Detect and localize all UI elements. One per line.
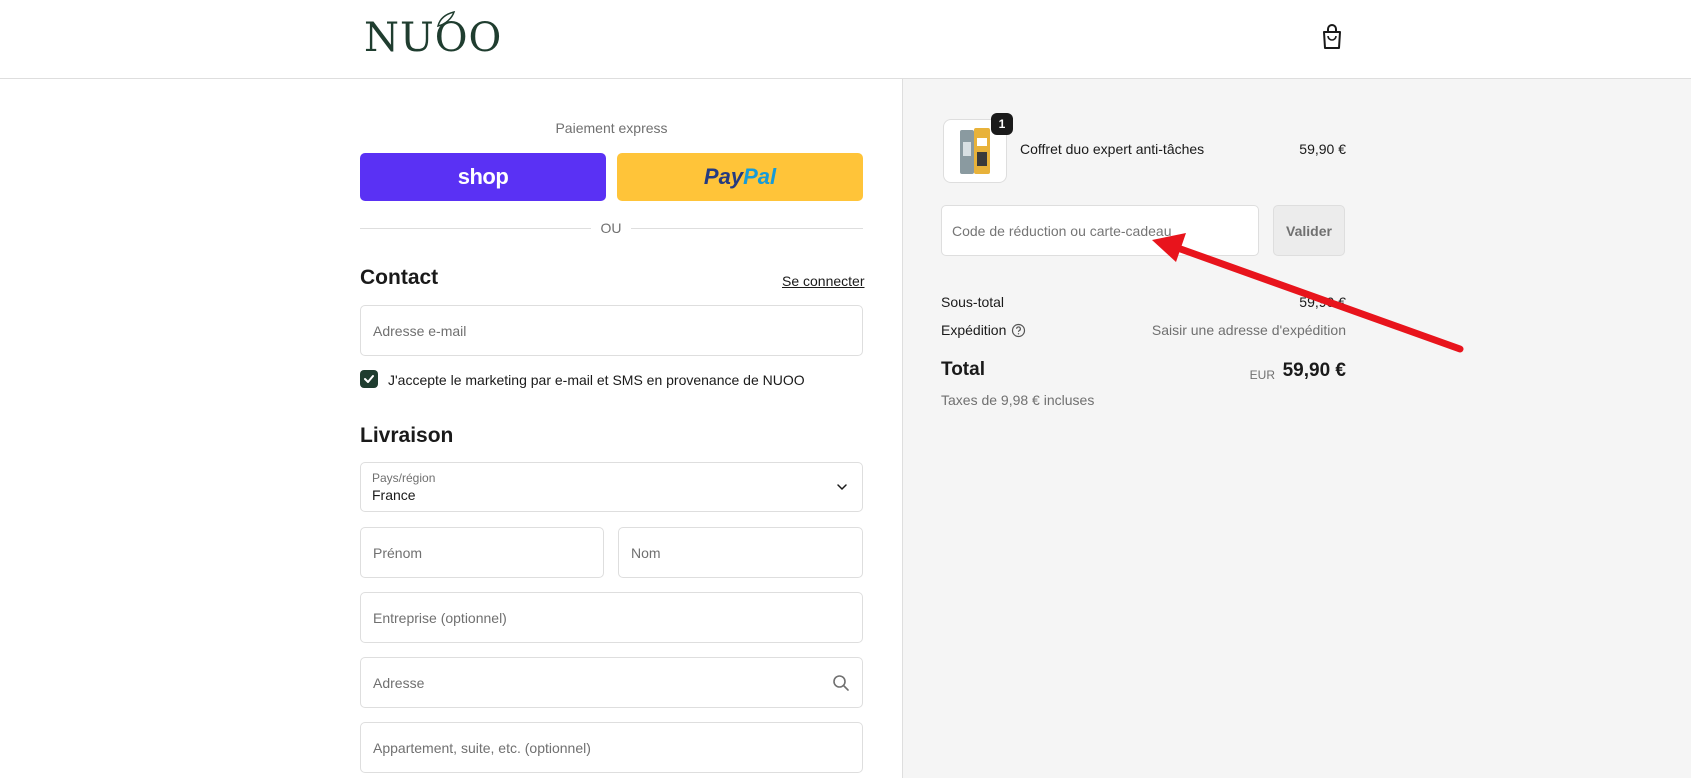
marketing-checkbox[interactable] [360, 370, 378, 388]
express-checkout-label: Paiement express [555, 120, 668, 136]
apartment-input[interactable] [361, 723, 862, 772]
subtotal-value: 59,90 € [1299, 294, 1346, 310]
validate-discount-button[interactable]: Valider [1273, 205, 1345, 256]
order-summary: 1 Coffret duo expert anti-tâches 59,90 €… [902, 79, 1691, 778]
subtotal-label: Sous-total [941, 294, 1005, 310]
total-currency: EUR [1249, 368, 1275, 382]
discount-code-input[interactable] [942, 206, 1258, 255]
checkmark-icon [364, 375, 374, 383]
login-link[interactable]: Se connecter [782, 273, 865, 289]
shop-pay-label: shop [457, 164, 509, 189]
paypal-label-part1: Pay [703, 164, 744, 189]
total-value: 59,90 € [1282, 360, 1346, 381]
taxes-note: Taxes de 9,98 € incluses [941, 392, 1095, 408]
firstname-input[interactable] [361, 528, 603, 577]
marketing-label: J'accepte le marketing par e-mail et SMS… [388, 372, 805, 388]
company-input[interactable] [361, 593, 862, 642]
total-label: Total [941, 359, 985, 380]
paypal-button[interactable]: Pay Pal [617, 153, 863, 201]
delivery-heading: Livraison [360, 424, 454, 447]
header: NUOO [0, 0, 1691, 79]
shopping-bag-icon[interactable] [1318, 22, 1346, 52]
search-icon[interactable] [832, 674, 850, 692]
shipping-label: Expédition [941, 322, 1007, 338]
address-input[interactable] [361, 658, 862, 707]
checkout-form: Paiement express shop Pay Pal OU Contact … [0, 79, 902, 778]
help-icon[interactable] [1011, 323, 1026, 338]
lastname-input[interactable] [619, 528, 862, 577]
lastname-field[interactable] [618, 527, 863, 578]
or-divider-text: OU [591, 220, 631, 236]
discount-code-field[interactable] [941, 205, 1259, 256]
apartment-field[interactable] [360, 722, 863, 773]
shop-pay-button[interactable]: shop [360, 153, 606, 201]
shipping-value: Saisir une adresse d'expédition [1151, 322, 1346, 338]
company-field[interactable] [360, 592, 863, 643]
country-select[interactable]: Pays/région France [360, 462, 863, 512]
email-field[interactable] [360, 305, 863, 356]
quantity-badge: 1 [991, 113, 1013, 135]
paypal-label-part2: Pal [743, 164, 777, 189]
firstname-field[interactable] [360, 527, 604, 578]
country-label: Pays/région [372, 471, 436, 485]
country-value: France [372, 487, 416, 503]
product-name: Coffret duo expert anti-tâches [1020, 141, 1205, 157]
email-input[interactable] [361, 306, 862, 355]
address-field[interactable] [360, 657, 863, 708]
contact-heading: Contact [360, 266, 439, 289]
product-price: 59,90 € [1299, 141, 1346, 157]
chevron-down-icon [837, 484, 847, 491]
nuoo-logo[interactable]: NUOO [364, 10, 502, 62]
leaf-icon [436, 10, 456, 28]
